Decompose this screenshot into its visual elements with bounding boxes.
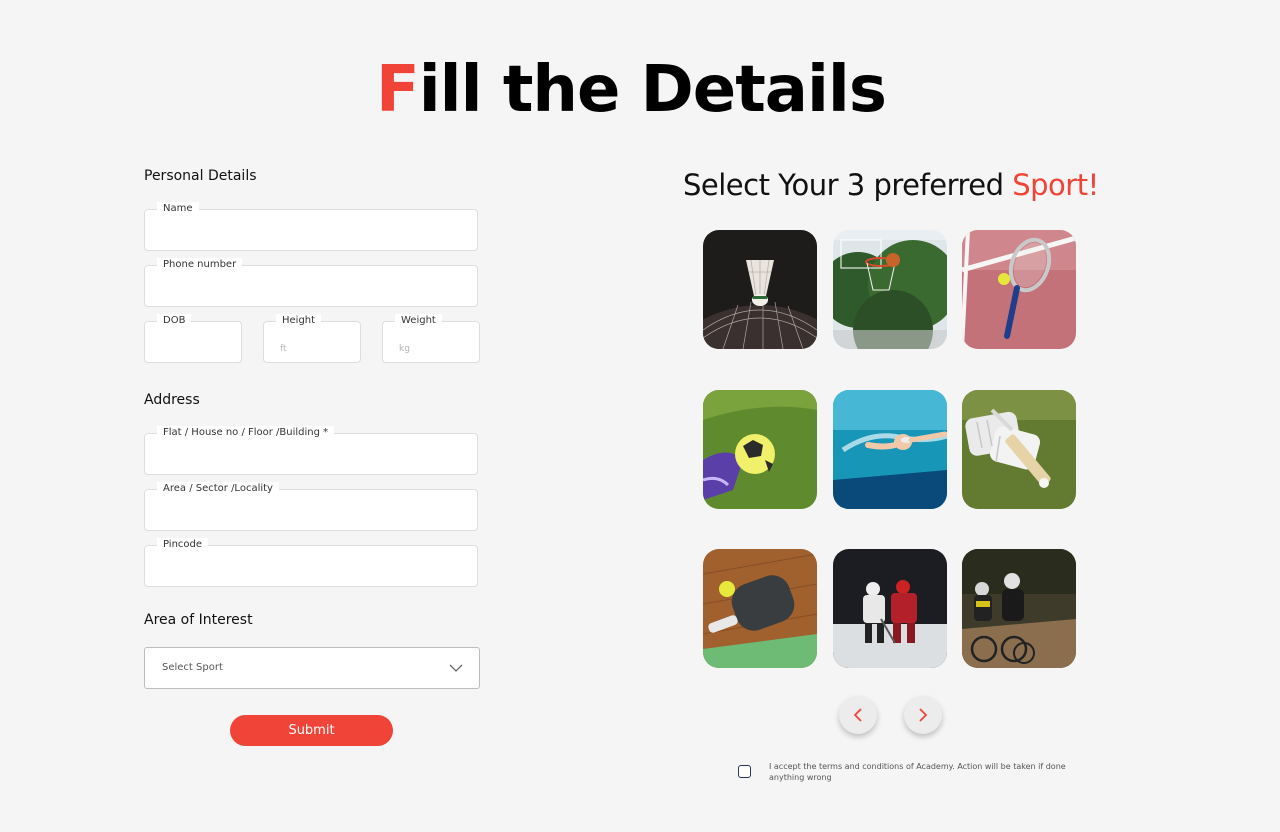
- flat-input[interactable]: [145, 434, 477, 474]
- sport-title-accent: Sport!: [1012, 168, 1099, 202]
- cycling-icon: [962, 549, 1076, 668]
- sport-tile-swimming[interactable]: [833, 390, 947, 509]
- phone-input[interactable]: [145, 266, 477, 306]
- weight-input[interactable]: [383, 322, 479, 362]
- sport-tile-basketball[interactable]: [833, 230, 947, 349]
- height-input[interactable]: [264, 322, 360, 362]
- name-input[interactable]: [145, 210, 477, 250]
- weight-label: Weight: [395, 314, 442, 328]
- dob-input[interactable]: [145, 322, 241, 362]
- page-title: Fill the Details: [376, 52, 887, 128]
- carousel-next-button[interactable]: [904, 696, 942, 734]
- area-field[interactable]: Area / Sector /Locality: [144, 482, 478, 531]
- terms-text: I accept the terms and conditions of Aca…: [769, 762, 1066, 782]
- sport-title-main: Select Your 3 preferred: [683, 168, 1013, 202]
- page-title-rest: ill the Details: [418, 53, 887, 127]
- flat-field[interactable]: Flat / House no / Floor /Building *: [144, 426, 478, 475]
- flat-label: Flat / House no / Floor /Building *: [157, 426, 335, 440]
- sport-tile-tennis[interactable]: [962, 230, 1076, 349]
- sport-tile-cycling[interactable]: [962, 549, 1076, 668]
- chevron-down-icon: [449, 664, 463, 672]
- pincode-input[interactable]: [145, 546, 477, 586]
- ice-hockey-icon: [833, 549, 947, 668]
- area-label: Area / Sector /Locality: [157, 482, 279, 496]
- basketball-hoop-icon: [833, 230, 947, 349]
- sport-select[interactable]: Select Sport: [144, 647, 480, 689]
- pincode-field[interactable]: Pincode: [144, 538, 478, 587]
- phone-label: Phone number: [157, 258, 243, 272]
- area-of-interest-heading: Area of Interest: [144, 612, 253, 628]
- tennis-racket-icon: [962, 230, 1076, 349]
- badminton-shuttlecock-icon: [703, 230, 817, 349]
- pickleball-paddle-icon: [703, 549, 817, 668]
- terms-checkbox[interactable]: [738, 765, 751, 778]
- sport-tile-cricket[interactable]: [962, 390, 1076, 509]
- height-field[interactable]: Height: [263, 314, 361, 363]
- sport-selection-title: Select Your 3 preferred Sport!: [683, 168, 1099, 202]
- chevron-right-icon: [919, 708, 928, 722]
- chevron-left-icon: [853, 708, 862, 722]
- address-heading: Address: [144, 392, 200, 408]
- submit-button[interactable]: Submit: [230, 715, 393, 746]
- football-icon: [703, 390, 817, 509]
- height-label: Height: [276, 314, 322, 328]
- dob-field[interactable]: DOB: [144, 314, 242, 363]
- dob-label: DOB: [157, 314, 192, 328]
- sport-tile-football[interactable]: [703, 390, 817, 509]
- area-input[interactable]: [145, 490, 477, 530]
- sport-select-value: Select Sport: [162, 662, 223, 673]
- sport-tile-ice-hockey[interactable]: [833, 549, 947, 668]
- carousel-prev-button[interactable]: [839, 696, 877, 734]
- pincode-label: Pincode: [157, 538, 209, 552]
- sport-tile-pickleball[interactable]: [703, 549, 817, 668]
- name-field[interactable]: Name: [144, 202, 478, 251]
- weight-field[interactable]: Weight: [382, 314, 480, 363]
- phone-field[interactable]: Phone number: [144, 258, 478, 307]
- cricket-gear-icon: [962, 390, 1076, 509]
- sport-tile-badminton[interactable]: [703, 230, 817, 349]
- name-label: Name: [157, 202, 199, 216]
- personal-details-heading: Personal Details: [144, 168, 257, 184]
- page-title-accent-letter: F: [376, 53, 420, 127]
- swimming-icon: [833, 390, 947, 509]
